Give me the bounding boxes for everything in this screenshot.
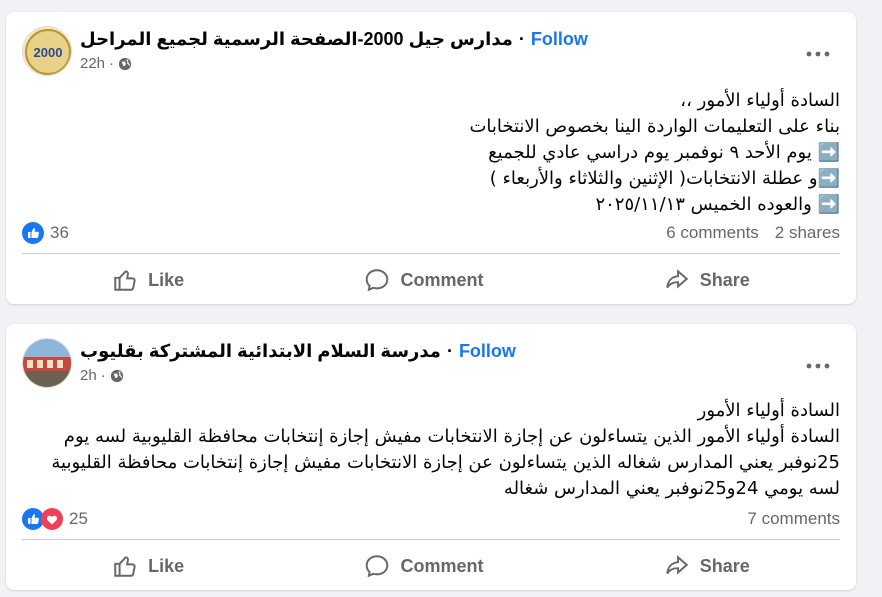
comment-icon (366, 555, 389, 578)
like-button[interactable]: Like (82, 261, 214, 299)
follow-button[interactable]: Follow (531, 29, 588, 50)
post-line: ➡️ يوم الأحد ٩ نوفمبر يوم دراسي عادي للج… (488, 142, 840, 163)
comment-button[interactable]: Comment (334, 261, 513, 299)
globe-icon (118, 57, 132, 70)
page-name[interactable]: مدارس جيل 2000-الصفحة الرسمية لجميع المر… (80, 29, 513, 50)
like-button[interactable]: Like (82, 547, 214, 585)
reaction-count: 36 (50, 223, 69, 242)
like-icon (114, 556, 136, 577)
post-body: السادة أولياء الأمور ،، بناء على التعليم… (22, 88, 840, 218)
share-icon (666, 269, 689, 289)
share-icon (666, 555, 689, 575)
comments-count[interactable]: 6 comments (666, 223, 759, 243)
comment-icon (366, 269, 389, 292)
post-line: السادة أولياء الأمور ،، (680, 90, 840, 111)
more-icon[interactable] (806, 360, 830, 372)
follow-button[interactable]: Follow (459, 341, 516, 362)
post-actions: Like Comment Share (22, 258, 840, 302)
post-actions: Like Comment Share (22, 544, 840, 588)
share-button[interactable]: Share (634, 261, 780, 299)
shares-count[interactable]: 2 shares (775, 223, 840, 243)
post-line: 25نوفبر يعني المدارس شغاله الذين يتساءلو… (51, 452, 840, 473)
post-line: لسه يومي 24و25نوفبر يعني المدارس شغاله (503, 478, 840, 499)
page-avatar[interactable] (22, 338, 72, 388)
svg-text:2000: 2000 (34, 45, 63, 60)
reactions-summary[interactable]: 25 (22, 508, 88, 530)
more-icon[interactable] (806, 48, 830, 60)
page-avatar[interactable]: 2000 (22, 26, 72, 76)
post-card: مدرسة السلام الابتدائية المشتركة بقليوب … (6, 324, 856, 590)
share-button[interactable]: Share (634, 547, 780, 585)
post-time[interactable]: 22h (80, 55, 105, 72)
post-line: بناء على التعليمات الواردة الينا بخصوص ا… (469, 116, 840, 137)
divider (22, 539, 840, 540)
divider (22, 253, 840, 254)
post-line: ➡️و عطلة الانتخابات( الإثنين والثلاثاء و… (489, 168, 840, 189)
like-icon (114, 270, 136, 291)
post-card: 2000 مدارس جيل 2000-الصفحة الرسمية لجميع… (6, 12, 856, 304)
comments-count[interactable]: 7 comments (747, 509, 840, 529)
post-header: مدرسة السلام الابتدائية المشتركة بقليوب … (22, 338, 840, 390)
post-stats: 25 7 comments (22, 506, 840, 532)
post-body: السادة أولياء الأمور السادة أولياء الأمو… (22, 398, 840, 502)
page-name[interactable]: مدرسة السلام الابتدائية المشتركة بقليوب (80, 341, 441, 362)
comment-button[interactable]: Comment (334, 547, 513, 585)
globe-icon (110, 369, 123, 382)
post-line: السادة أولياء الأمور الذين يتساءلون عن إ… (63, 426, 840, 447)
post-stats: 36 6 comments 2 shares (22, 220, 840, 246)
like-reaction-icon (22, 222, 44, 244)
post-time[interactable]: 2h (80, 367, 97, 384)
reaction-count: 25 (69, 509, 88, 528)
love-reaction-icon (41, 508, 63, 530)
post-line: السادة أولياء الأمور (697, 400, 840, 421)
post-header: 2000 مدارس جيل 2000-الصفحة الرسمية لجميع… (22, 26, 840, 78)
reactions-summary[interactable]: 36 (22, 222, 69, 244)
post-line: ➡️ والعوده الخميس ٢٠٢٥/١١/١٣ (595, 194, 840, 215)
